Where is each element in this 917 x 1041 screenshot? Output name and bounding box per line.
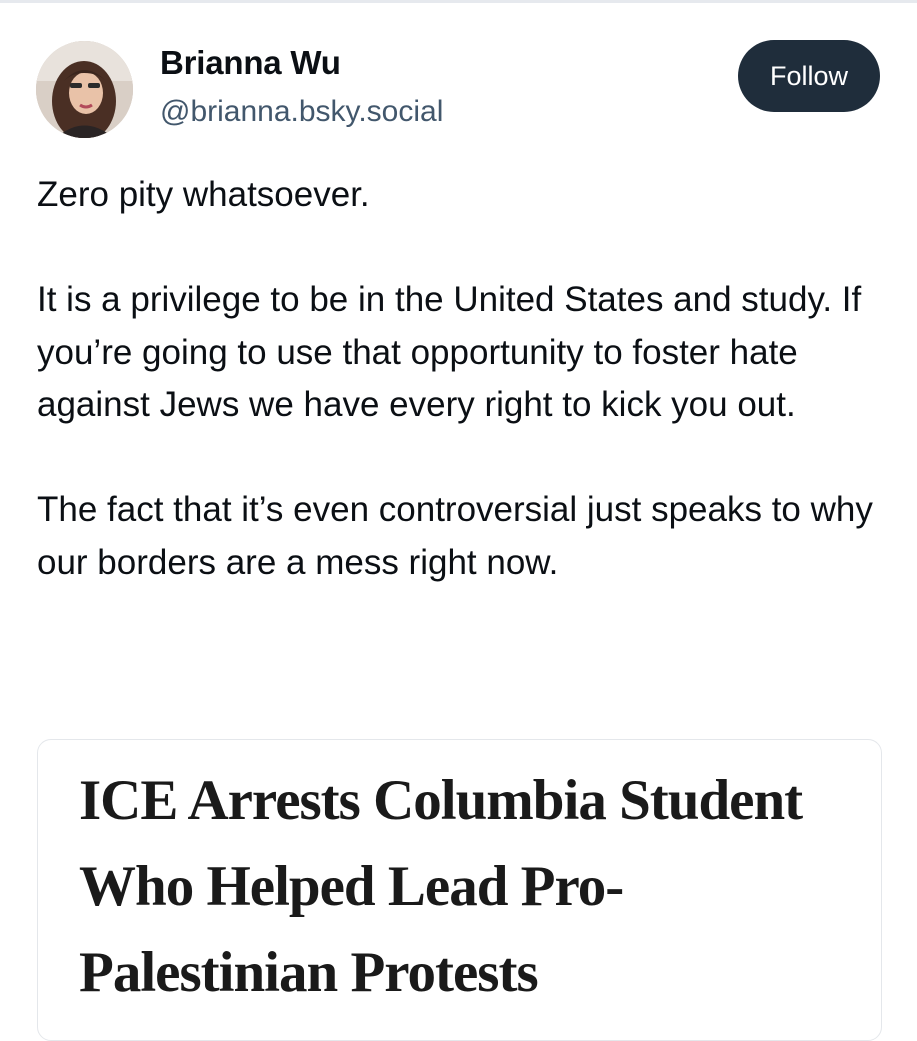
top-divider — [0, 0, 917, 3]
post-paragraph: The fact that it’s even controversial ju… — [37, 490, 873, 582]
author-display-name[interactable]: Brianna Wu — [160, 44, 341, 82]
author-handle[interactable]: @brianna.bsky.social — [160, 95, 443, 129]
link-embed-card[interactable]: ICE Arrests Columbia Student Who Helped … — [37, 739, 882, 1041]
post-paragraph: Zero pity whatsoever. — [37, 175, 370, 214]
post-text: Zero pity whatsoever. It is a privilege … — [37, 169, 897, 589]
follow-button[interactable]: Follow — [738, 40, 880, 112]
avatar-image — [36, 41, 133, 138]
post-paragraph: It is a privilege to be in the United St… — [37, 280, 862, 424]
avatar[interactable] — [36, 41, 133, 138]
embed-headline: ICE Arrests Columbia Student Who Helped … — [79, 769, 803, 1004]
